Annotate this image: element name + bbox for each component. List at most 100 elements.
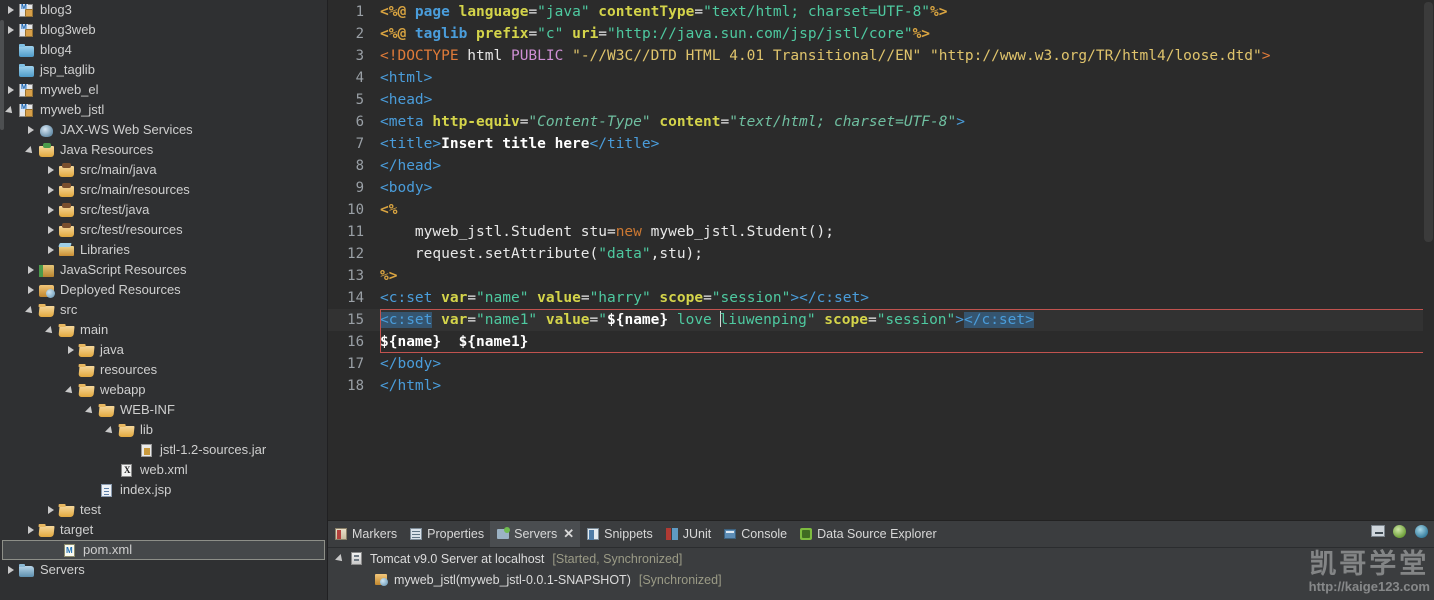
code-text[interactable]: <head> <box>370 89 1434 111</box>
code-text[interactable]: <% <box>370 199 1434 221</box>
chevron-down-icon[interactable] <box>4 104 17 117</box>
chevron-right-icon[interactable] <box>44 164 57 177</box>
chevron-right-icon[interactable] <box>64 344 77 357</box>
code-text[interactable]: <title>Insert title here</title> <box>370 133 1434 155</box>
code-line[interactable]: 16 ${name} ${name1} <box>328 331 1434 353</box>
tree-item-javascript-resources[interactable]: JavaScript Resources <box>0 260 327 280</box>
code-line[interactable]: 9 <body> <box>328 177 1434 199</box>
chevron-right-icon[interactable] <box>24 264 37 277</box>
chevron-right-icon[interactable] <box>44 504 57 517</box>
servers-view-content[interactable]: Tomcat v9.0 Server at localhost [Started,… <box>328 548 1434 590</box>
code-text[interactable]: ${name} ${name1} <box>370 331 1434 353</box>
chevron-right-icon[interactable] <box>4 4 17 17</box>
code-text[interactable]: <meta http-equiv="Content-Type" content=… <box>370 111 1434 133</box>
code-line[interactable]: 11 myweb_jstl.Student stu=new myweb_jstl… <box>328 221 1434 243</box>
code-line[interactable]: 17 </body> <box>328 353 1434 375</box>
chevron-right-icon[interactable] <box>44 244 57 257</box>
code-line[interactable]: 4 <html> <box>328 67 1434 89</box>
tree-item-libraries[interactable]: Libraries <box>0 240 327 260</box>
tree-item-java[interactable]: java <box>0 340 327 360</box>
chevron-down-icon[interactable] <box>44 324 57 337</box>
code-line[interactable]: 3 <!DOCTYPE html PUBLIC "-//W3C//DTD HTM… <box>328 45 1434 67</box>
code-line-current[interactable]: 15 <c:set var="name1" value="${name} lov… <box>328 309 1434 331</box>
code-text[interactable]: <!DOCTYPE html PUBLIC "-//W3C//DTD HTML … <box>370 45 1434 67</box>
code-line[interactable]: 6 <meta http-equiv = "Content-Type" conten… <box>328 111 1434 133</box>
views-panel[interactable]: Markers Properties Servers ✕ Snippets JUnit Co… <box>328 520 1434 600</box>
tree-item-src-main-resources[interactable]: src/main/resources <box>0 180 327 200</box>
tab-console[interactable]: Console <box>717 521 793 547</box>
code-text[interactable]: </html> <box>370 375 1434 397</box>
tree-item-jsp-taglib[interactable]: jsp_taglib <box>0 60 327 80</box>
tree-item-jax-ws-web-services[interactable]: JAX-WS Web Services <box>0 120 327 140</box>
code-line[interactable]: 2 <%@ taglib prefix="c" uri="http://java… <box>328 23 1434 45</box>
tab-markers[interactable]: Markers <box>328 521 403 547</box>
chevron-right-icon[interactable] <box>44 224 57 237</box>
chevron-right-icon[interactable] <box>24 284 37 297</box>
code-line[interactable]: 1 <%@ page language="java" contentType="… <box>328 1 1434 23</box>
tree-item-index-jsp[interactable]: index.jsp <box>0 480 327 500</box>
project-explorer-panel[interactable]: blog3 blog3web blog4 jsp_taglib myweb_elmywe… <box>0 0 328 600</box>
tab-junit[interactable]: JUnit <box>659 521 717 547</box>
project-tree[interactable]: blog3 blog3web blog4 jsp_taglib myweb_elmywe… <box>0 0 327 580</box>
chevron-right-icon[interactable] <box>4 24 17 37</box>
tree-item-jstl-1-2-sources-jar[interactable]: jstl-1.2-sources.jar <box>0 440 327 460</box>
tree-item-blog3web[interactable]: blog3web <box>0 20 327 40</box>
chevron-right-icon[interactable] <box>44 204 57 217</box>
tree-item-test[interactable]: test <box>0 500 327 520</box>
tree-item-lib[interactable]: lib <box>0 420 327 440</box>
code-line[interactable]: 13 %> <box>328 265 1434 287</box>
chevron-down-icon[interactable] <box>334 552 347 565</box>
tree-item-src-test-resources[interactable]: src/test/resources <box>0 220 327 240</box>
panel-toolbar[interactable] <box>1371 524 1430 539</box>
maximize-icon[interactable] <box>1393 524 1408 539</box>
code-text[interactable]: myweb_jstl.Student stu=new myweb_jstl.St… <box>370 221 1434 243</box>
tab-servers[interactable]: Servers ✕ <box>490 521 581 548</box>
code-line[interactable]: 14 <c:set var="name" value="harry" scope… <box>328 287 1434 309</box>
chevron-right-icon[interactable] <box>4 564 17 577</box>
tree-item-src[interactable]: src <box>0 300 327 320</box>
restore-icon[interactable] <box>1415 524 1430 539</box>
tree-item-web-inf[interactable]: WEB-INF <box>0 400 327 420</box>
tree-item-deployed-resources[interactable]: Deployed Resources <box>0 280 327 300</box>
view-tab-bar[interactable]: Markers Properties Servers ✕ Snippets JUnit Co… <box>328 521 1434 549</box>
code-text[interactable]: <c:set var="name1" value="${name} love l… <box>370 309 1434 331</box>
tree-item-blog3[interactable]: blog3 <box>0 0 327 20</box>
chevron-down-icon[interactable] <box>104 424 117 437</box>
tree-item-target[interactable]: target <box>0 520 327 540</box>
code-text[interactable]: %> <box>370 265 1434 287</box>
code-text[interactable]: <html> <box>370 67 1434 89</box>
tree-item-resources[interactable]: resources <box>0 360 327 380</box>
tree-item-webapp[interactable]: webapp <box>0 380 327 400</box>
code-line[interactable]: 18 </html> <box>328 375 1434 397</box>
tree-item-src-main-java[interactable]: src/main/java <box>0 160 327 180</box>
code-line[interactable]: 10 <% <box>328 199 1434 221</box>
tree-item-blog4[interactable]: blog4 <box>0 40 327 60</box>
close-icon[interactable]: ✕ <box>563 527 574 540</box>
tree-item-java-resources[interactable]: Java Resources <box>0 140 327 160</box>
editor-vertical-scrollbar[interactable] <box>1423 0 1434 521</box>
server-row[interactable]: Tomcat v9.0 Server at localhost [Started,… <box>328 548 1434 569</box>
code-line[interactable]: 12 request.setAttribute("data",stu); <box>328 243 1434 265</box>
tree-item-web-xml[interactable]: web.xml <box>0 460 327 480</box>
code-line[interactable]: 8 </head> <box>328 155 1434 177</box>
code-text[interactable]: </head> <box>370 155 1434 177</box>
tree-item-servers[interactable]: Servers <box>0 560 327 580</box>
code-text[interactable]: <%@ page language="java" contentType="te… <box>370 1 1434 23</box>
code-text[interactable]: <body> <box>370 177 1434 199</box>
code-area[interactable]: 1 <%@ page language="java" contentType="… <box>328 0 1434 521</box>
tree-item-myweb-jstl[interactable]: myweb_jstl <box>0 100 327 120</box>
chevron-right-icon[interactable] <box>4 84 17 97</box>
tab-snippets[interactable]: Snippets <box>580 521 659 547</box>
tab-properties[interactable]: Properties <box>403 521 490 547</box>
chevron-right-icon[interactable] <box>24 524 37 537</box>
minimize-icon[interactable] <box>1371 524 1386 539</box>
chevron-right-icon[interactable] <box>24 124 37 137</box>
module-row[interactable]: myweb_jstl(myweb_jstl-0.0.1-SNAPSHOT) [Sy… <box>328 569 1434 590</box>
tree-item-pom-xml[interactable]: pom.xml <box>2 540 325 560</box>
editor-scrollbar-thumb[interactable] <box>1424 2 1433 242</box>
tab-data-source-explorer[interactable]: Data Source Explorer <box>793 521 943 547</box>
code-text[interactable]: </body> <box>370 353 1434 375</box>
code-text[interactable]: <%@ taglib prefix="c" uri="http://java.s… <box>370 23 1434 45</box>
tree-item-myweb-el[interactable]: myweb_el <box>0 80 327 100</box>
code-lines[interactable]: 1 <%@ page language="java" contentType="… <box>328 0 1434 397</box>
